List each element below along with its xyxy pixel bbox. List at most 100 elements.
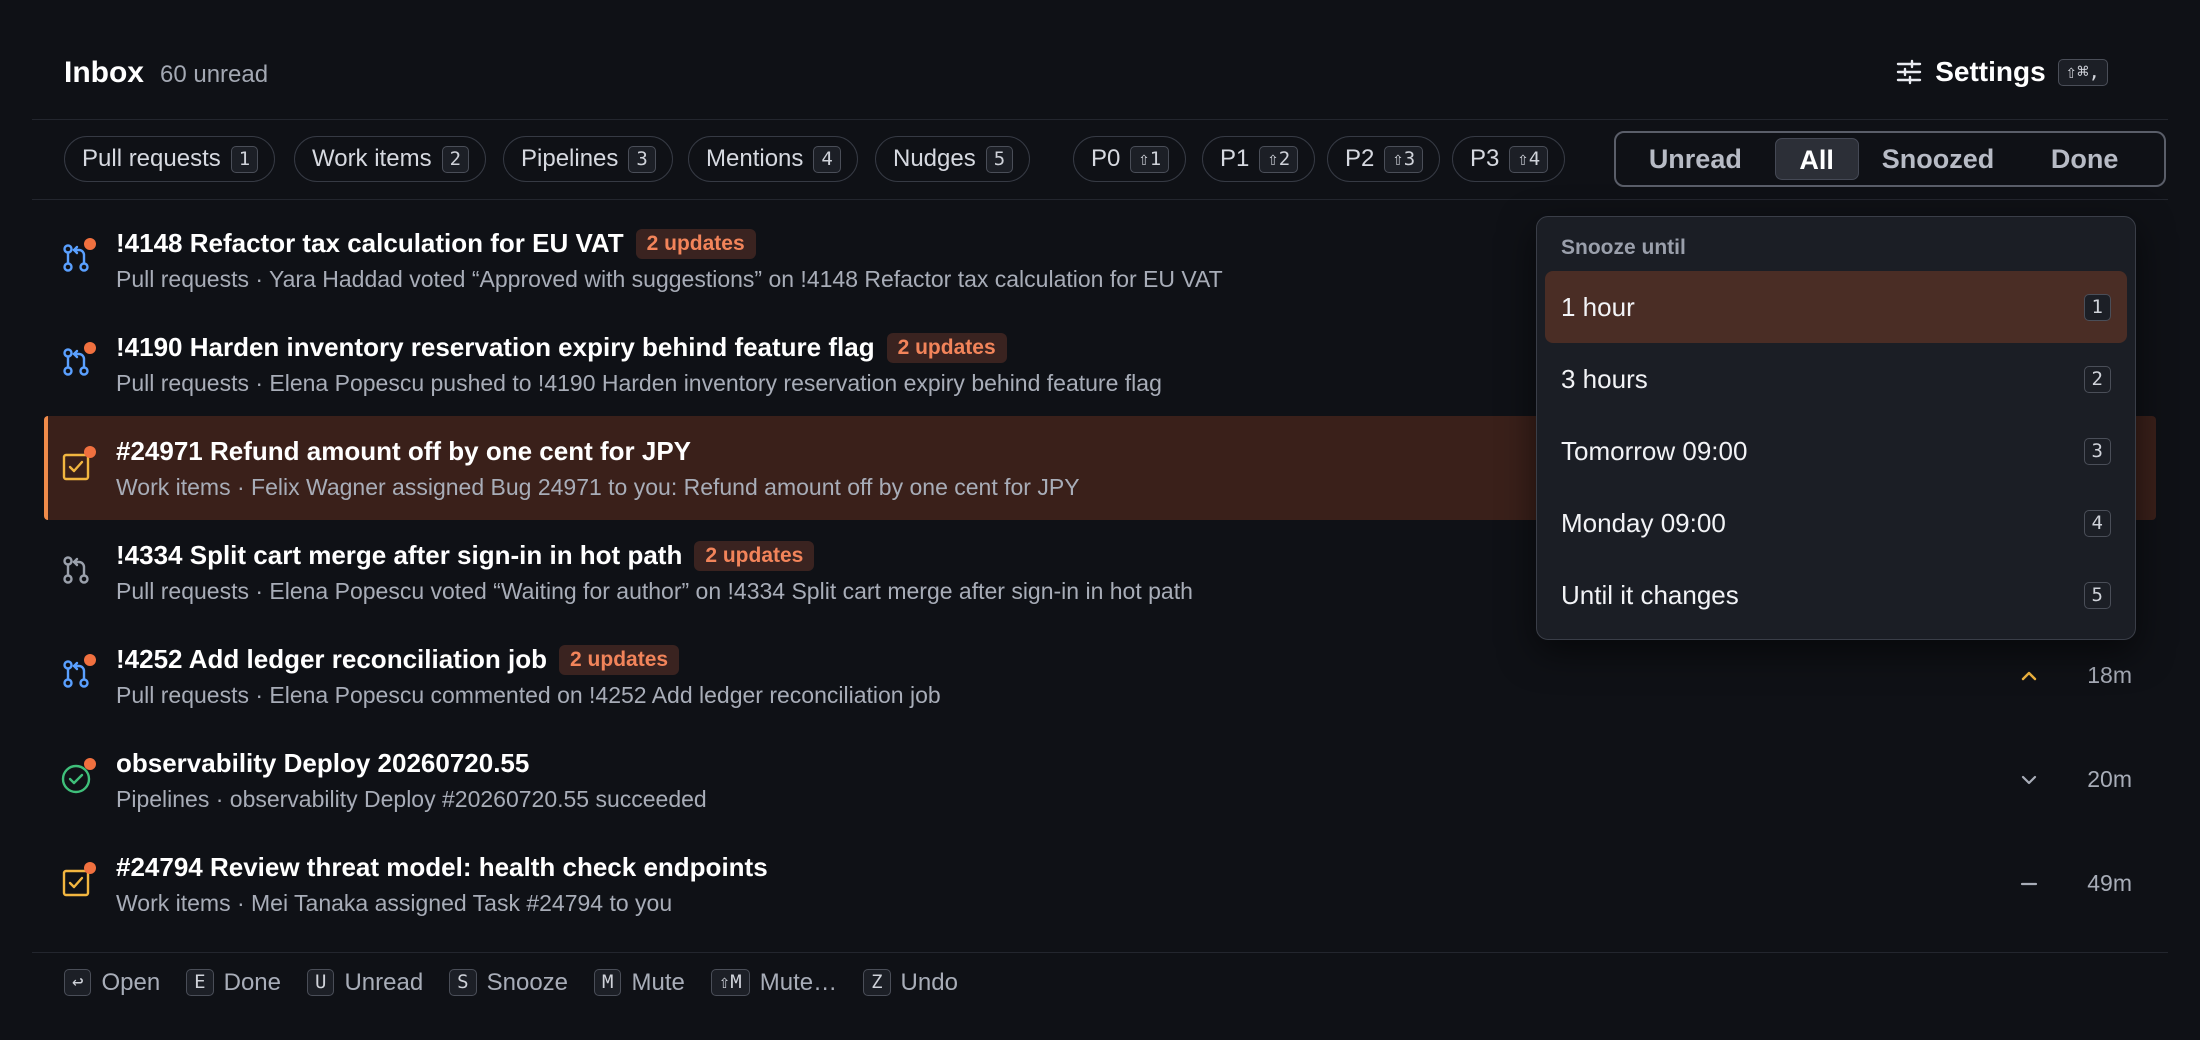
item-subtitle: Work items · Felix Wagner assigned Bug 2… — [116, 474, 1080, 500]
inbox-header: Inbox 60 unread Settings ⇧⌘, — [32, 40, 2168, 120]
priority-shortcut: ⇧4 — [1509, 145, 1549, 173]
hint-label: Done — [223, 968, 281, 996]
hint-label: Mute… — [759, 968, 838, 996]
item-title: !4148 Refactor tax calculation for EU VA… — [116, 228, 624, 258]
filter-label: Mentions — [706, 145, 804, 172]
hint-key: M — [594, 969, 622, 996]
item-title: !4334 Split cart merge after sign-in in … — [116, 540, 683, 570]
settings-button[interactable]: Settings ⇧⌘, — [1895, 56, 2108, 88]
hint-mute[interactable]: M Mute — [594, 969, 685, 997]
filter-label: Work items — [312, 145, 432, 172]
hint-key: Z — [863, 969, 891, 996]
hint-open[interactable]: ↩ Open — [64, 969, 160, 997]
priority-shortcut: ⇧2 — [1259, 145, 1299, 173]
shortcut-bar: ↩ Open E Done U Unread S Snooze M Mute ⇧M Mute… — [32, 952, 2168, 1012]
item-title: observability Deploy 20260720.55 — [116, 748, 530, 778]
priority-p2[interactable]: P2 ⇧3 — [1327, 136, 1441, 182]
snooze-option-3-hours[interactable]: 3 hours 2 — [1545, 343, 2127, 415]
hint-label: Unread — [344, 968, 424, 996]
list-item[interactable]: observability Deploy 20260720.55 Pipelin… — [44, 728, 2156, 832]
filter-pipelines[interactable]: Pipelines 3 — [503, 136, 673, 182]
item-subtitle: Pipelines · observability Deploy #202607… — [116, 786, 707, 812]
item-meta: 49m — [2018, 870, 2132, 897]
item-time: 20m — [2087, 766, 2132, 792]
filter-shortcut: 5 — [985, 145, 1014, 173]
snooze-option-key: 2 — [2083, 365, 2111, 393]
hint-label: Open — [101, 968, 161, 996]
hint-unread[interactable]: U Unread — [307, 969, 423, 997]
list-item[interactable]: #24794 Review threat model: health check… — [44, 832, 2156, 936]
item-meta: 18m — [2018, 662, 2132, 689]
snooze-option-key: 4 — [2083, 509, 2111, 537]
snooze-option-tomorrow[interactable]: Tomorrow 09:00 3 — [1545, 415, 2127, 487]
item-title-row: !4190 Harden inventory reservation expir… — [116, 332, 1007, 363]
unread-dot — [84, 342, 96, 354]
pull-request-icon — [63, 556, 89, 584]
updates-badge: 2 updates — [694, 540, 815, 571]
snooze-option-key: 1 — [2083, 293, 2111, 321]
snooze-option-label: Until it changes — [1561, 579, 1739, 610]
view-all[interactable]: All — [1774, 138, 1859, 180]
view-snoozed[interactable]: Snoozed — [1865, 138, 2012, 180]
settings-label: Settings — [1935, 56, 2046, 87]
priority-label: P0 — [1091, 145, 1121, 172]
hint-undo[interactable]: Z Undo — [863, 969, 958, 997]
snooze-option-label: Monday 09:00 — [1561, 507, 1726, 538]
filter-mentions[interactable]: Mentions 4 — [688, 136, 858, 182]
snooze-option-key: 5 — [2083, 581, 2111, 609]
hint-label: Mute — [631, 968, 685, 996]
item-time: 49m — [2087, 870, 2132, 896]
snooze-option-until-changes[interactable]: Until it changes 5 — [1545, 559, 2127, 631]
filter-nudges[interactable]: Nudges 5 — [875, 136, 1031, 182]
priority-p1[interactable]: P1 ⇧2 — [1202, 136, 1316, 182]
snooze-option-key: 3 — [2083, 437, 2111, 465]
hint-done[interactable]: E Done — [186, 969, 281, 997]
updates-badge: 2 updates — [635, 228, 756, 259]
snooze-option-1-hour[interactable]: 1 hour 1 — [1545, 271, 2127, 343]
filter-shortcut: 1 — [230, 145, 259, 173]
filter-label: Pull requests — [82, 145, 221, 172]
priority-p0[interactable]: P0 ⇧1 — [1073, 136, 1187, 182]
filter-shortcut: 3 — [628, 145, 656, 173]
filter-work-items[interactable]: Work items 2 — [294, 136, 487, 182]
filter-shortcut: 2 — [441, 145, 470, 173]
priority-high-icon — [2021, 671, 2037, 680]
priority-label: P2 — [1345, 145, 1375, 172]
item-subtitle: Pull requests · Yara Haddad voted “Appro… — [116, 266, 1223, 292]
unread-count: 60 unread — [160, 61, 269, 88]
hint-key: S — [449, 969, 477, 996]
unread-dot — [84, 862, 96, 874]
sliders-icon — [1897, 59, 1922, 85]
filter-label: Nudges — [893, 145, 976, 172]
item-title: !4190 Harden inventory reservation expir… — [116, 332, 875, 362]
snooze-option-label: 3 hours — [1561, 363, 1648, 394]
unread-dot — [84, 446, 96, 458]
hint-key: U — [307, 969, 335, 996]
filter-bar: Pull requests 1 Work items 2 Pipelines 3 Me… — [32, 120, 2168, 200]
priority-shortcut: ⇧3 — [1384, 145, 1424, 173]
item-meta: 20m — [2018, 766, 2132, 793]
priority-p3[interactable]: P3 ⇧4 — [1452, 136, 1566, 182]
item-title-row: observability Deploy 20260720.55 — [116, 748, 529, 779]
view-done[interactable]: Done — [2011, 138, 2158, 180]
item-title-row: #24794 Review threat model: health check… — [116, 852, 768, 883]
snooze-option-label: Tomorrow 09:00 — [1561, 435, 1748, 466]
hint-mute-more[interactable]: ⇧M Mute… — [710, 968, 838, 997]
priority-shortcut: ⇧1 — [1130, 145, 1170, 173]
item-subtitle: Pull requests · Elena Popescu commented … — [116, 682, 941, 708]
view-unread[interactable]: Unread — [1622, 138, 1769, 180]
item-subtitle: Work items · Mei Tanaka assigned Task #2… — [116, 890, 673, 916]
unread-dot — [84, 654, 96, 666]
hint-snooze[interactable]: S Snooze — [449, 969, 568, 997]
page-title: Inbox — [64, 56, 144, 89]
priority-label: P3 — [1470, 145, 1500, 172]
item-title-row: #24971 Refund amount off by one cent for… — [116, 436, 691, 467]
filter-pull-requests[interactable]: Pull requests 1 — [64, 136, 276, 182]
priority-low-icon — [2021, 775, 2037, 784]
hint-label: Undo — [900, 968, 958, 996]
item-title: !4252 Add ledger reconciliation job — [116, 644, 548, 674]
hint-label: Snooze — [486, 968, 569, 996]
item-title: #24971 Refund amount off by one cent for… — [116, 436, 691, 466]
priority-medium-icon — [2020, 882, 2038, 885]
snooze-option-monday[interactable]: Monday 09:00 4 — [1545, 487, 2127, 559]
